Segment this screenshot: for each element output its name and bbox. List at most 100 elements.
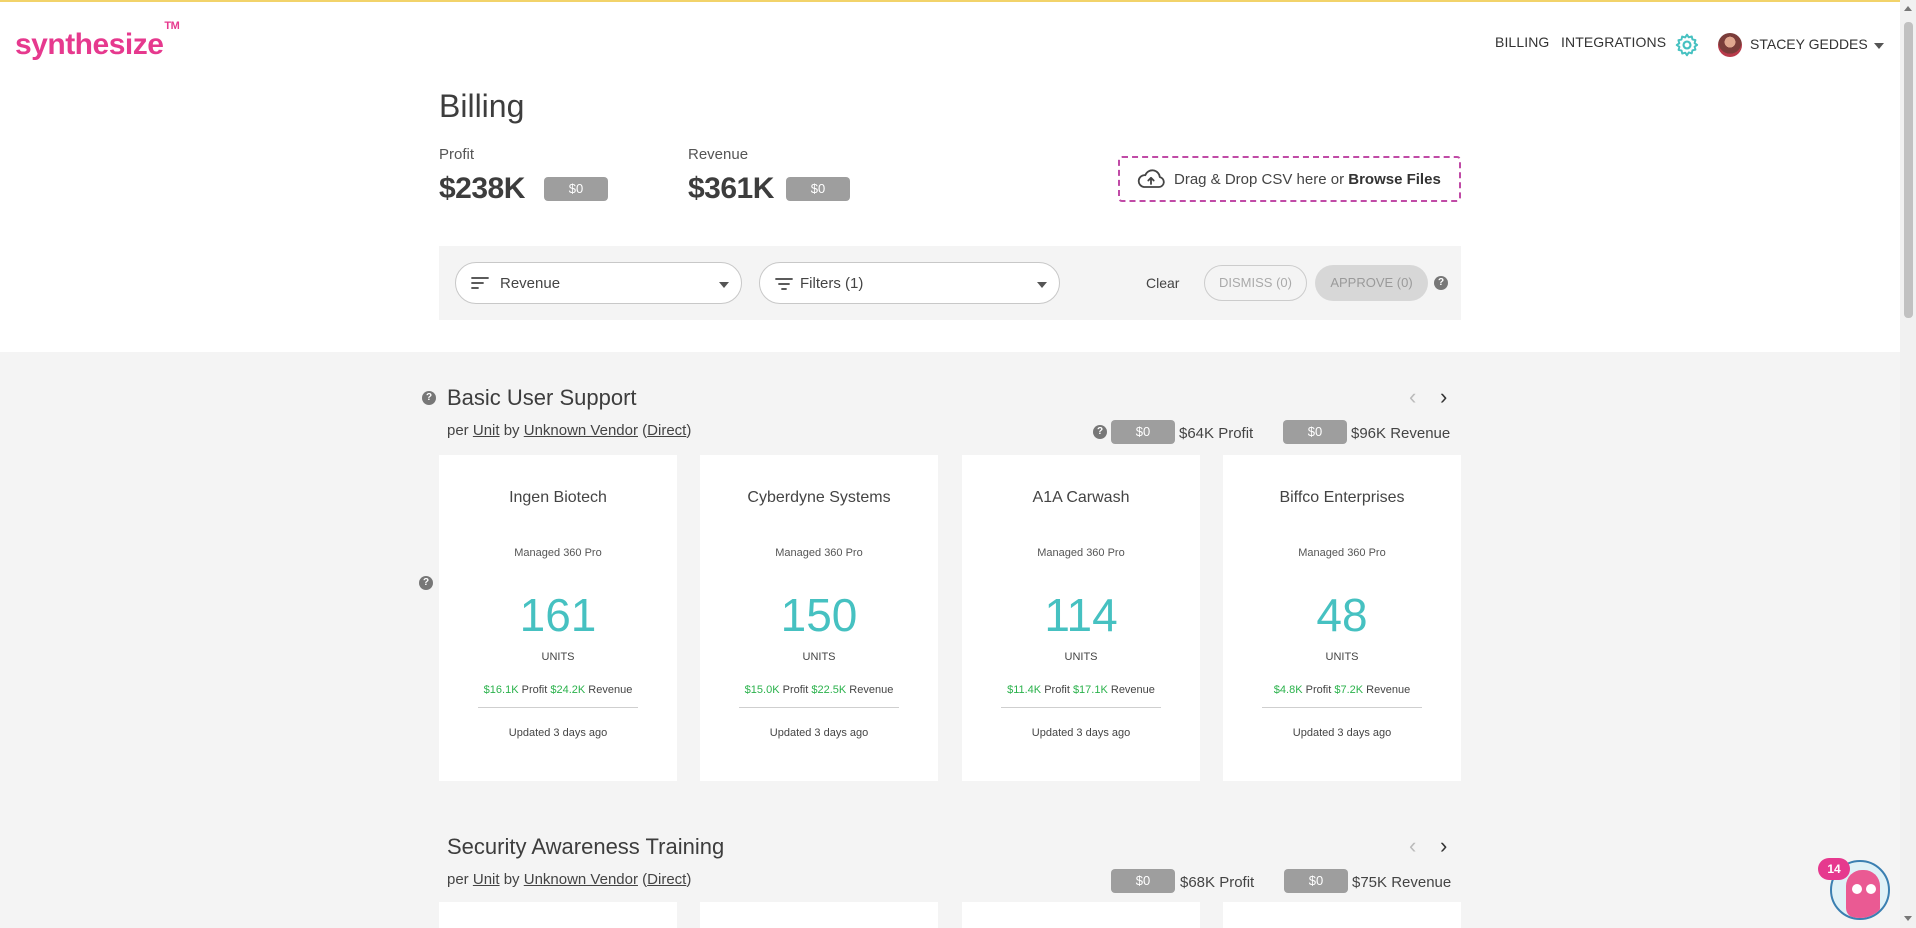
chevron-down-icon xyxy=(1037,282,1047,288)
scroll-up-arrow-icon[interactable] xyxy=(1904,6,1912,11)
card-units-label: UNITS xyxy=(1325,651,1359,663)
section-profit-total: $68K Profit xyxy=(1180,874,1255,891)
nav-billing[interactable]: BILLING xyxy=(1495,34,1549,50)
card-customer-name: Biffco Enterprises xyxy=(1279,489,1405,506)
card-product: Managed 360 Pro xyxy=(514,547,602,559)
sort-select[interactable]: Revenue xyxy=(455,262,742,304)
card-units-value: 48 xyxy=(1316,589,1368,641)
vendor-link[interactable]: Unknown Vendor xyxy=(524,871,638,888)
chevron-left-icon[interactable]: ‹ xyxy=(1409,386,1416,408)
top-header: synthesizeTM BILLING INTEGRATIONS STACEY… xyxy=(0,2,1900,82)
unit-link[interactable]: Unit xyxy=(473,422,500,439)
section-subtitle: per Unit by Unknown Vendor (Direct) xyxy=(447,422,692,439)
revenue-delta-pill: $0 xyxy=(786,177,850,201)
filters-select[interactable]: Filters (1) xyxy=(759,262,1060,304)
mascot-eye xyxy=(1866,884,1876,894)
revenue-delta-pill: $0 xyxy=(1284,869,1348,893)
chevron-right-icon[interactable]: › xyxy=(1440,835,1447,857)
card-divider xyxy=(1001,707,1161,708)
unit-link[interactable]: Unit xyxy=(473,871,500,888)
filter-icon xyxy=(775,278,793,290)
profit-label: Profit xyxy=(439,146,475,163)
sort-select-value: Revenue xyxy=(500,275,561,292)
chevron-left-icon[interactable]: ‹ xyxy=(1409,835,1416,857)
filter-bar: Revenue Filters (1) Clear DISMISS (0) AP… xyxy=(439,246,1461,320)
card-customer-name: A1A Carwash xyxy=(1032,489,1130,506)
channel-link[interactable]: Direct xyxy=(647,422,686,439)
dropzone-text: Drag & Drop CSV here or Browse Files xyxy=(1174,171,1441,188)
profit-value: $238K xyxy=(439,172,525,205)
chat-notification-badge: 14 xyxy=(1818,858,1850,880)
card-money: $15.0K Profit $22.5K Revenue xyxy=(744,684,894,696)
gear-icon[interactable] xyxy=(1674,32,1700,58)
customer-card[interactable] xyxy=(962,902,1200,928)
card-units-value: 150 xyxy=(780,589,858,641)
card-divider xyxy=(1262,707,1422,708)
card-updated: Updated 3 days ago xyxy=(1031,727,1131,739)
nav-integrations[interactable]: INTEGRATIONS xyxy=(1561,34,1666,50)
revenue-delta-pill: $0 xyxy=(1283,420,1347,444)
channel-link[interactable]: Direct xyxy=(647,871,686,888)
card-money: $11.4K Profit $17.1K Revenue xyxy=(1007,684,1155,696)
chevron-down-icon xyxy=(719,282,729,288)
help-icon[interactable]: ? xyxy=(1434,276,1448,290)
profit-delta-pill: $0 xyxy=(1111,420,1175,444)
card-units-label: UNITS xyxy=(1064,651,1098,663)
card-updated: Updated 3 days ago xyxy=(769,727,869,739)
approve-button[interactable]: APPROVE (0) xyxy=(1315,265,1428,301)
section-title: Basic User Support xyxy=(447,385,637,410)
sort-icon xyxy=(471,277,489,289)
customer-card[interactable] xyxy=(1223,902,1461,928)
card-divider xyxy=(739,707,899,708)
help-icon[interactable]: ? xyxy=(1093,425,1107,439)
csv-dropzone[interactable]: Drag & Drop CSV here or Browse Files xyxy=(1118,156,1461,202)
customer-card[interactable] xyxy=(700,902,938,928)
customer-card[interactable]: Biffco Enterprises Managed 360 Pro 48 UN… xyxy=(1223,455,1461,781)
customer-card[interactable]: Ingen Biotech Managed 360 Pro 161 UNITS … xyxy=(439,455,677,781)
card-units-label: UNITS xyxy=(541,651,575,663)
help-icon[interactable]: ? xyxy=(419,576,433,590)
card-money: $16.1K Profit $24.2K Revenue xyxy=(483,684,633,696)
mascot-icon xyxy=(1846,870,1880,918)
customer-card[interactable] xyxy=(439,902,677,928)
dismiss-button[interactable]: DISMISS (0) xyxy=(1204,265,1307,301)
card-units-label: UNITS xyxy=(802,651,836,663)
revenue-label: Revenue xyxy=(688,146,749,163)
vendor-link[interactable]: Unknown Vendor xyxy=(524,422,638,439)
profit-delta-pill: $0 xyxy=(1111,869,1175,893)
chevron-down-icon[interactable] xyxy=(1874,43,1884,49)
card-units-value: 161 xyxy=(519,589,597,641)
customer-card[interactable]: A1A Carwash Managed 360 Pro 114 UNITS $1… xyxy=(962,455,1200,781)
section-profit-total: $64K Profit xyxy=(1179,425,1254,442)
browse-files-link[interactable]: Browse Files xyxy=(1348,171,1441,188)
customer-card[interactable]: Cyberdyne Systems Managed 360 Pro 150 UN… xyxy=(700,455,938,781)
revenue-value: $361K xyxy=(688,172,774,205)
user-menu-name[interactable]: STACEY GEDDES xyxy=(1750,36,1868,52)
scrollbar-thumb[interactable] xyxy=(1904,22,1913,318)
scroll-down-arrow-icon[interactable] xyxy=(1904,916,1912,921)
services-area xyxy=(0,352,1900,928)
clear-filters-button[interactable]: Clear xyxy=(1146,275,1179,291)
help-icon[interactable]: ? xyxy=(422,391,436,405)
card-customer-name: Ingen Biotech xyxy=(509,489,607,506)
card-customer-name: Cyberdyne Systems xyxy=(747,489,891,506)
page-title: Billing xyxy=(439,88,525,124)
filters-select-value: Filters (1) xyxy=(800,275,864,292)
card-updated: Updated 3 days ago xyxy=(1292,727,1392,739)
card-units-value: 114 xyxy=(1044,589,1118,641)
card-product: Managed 360 Pro xyxy=(1037,547,1125,559)
section-revenue-total: $75K Revenue xyxy=(1352,874,1452,891)
chevron-right-icon[interactable]: › xyxy=(1440,386,1447,408)
card-money: $4.8K Profit $7.2K Revenue xyxy=(1273,684,1411,696)
card-updated: Updated 3 days ago xyxy=(508,727,608,739)
mascot-eye xyxy=(1852,884,1862,894)
profit-delta-pill: $0 xyxy=(544,177,608,201)
synthesize-logo[interactable]: synthesizeTM xyxy=(15,20,180,62)
section-subtitle: per Unit by Unknown Vendor (Direct) xyxy=(447,871,692,888)
card-divider xyxy=(478,707,638,708)
card-product: Managed 360 Pro xyxy=(1298,547,1386,559)
section-title: Security Awareness Training xyxy=(447,834,725,859)
cloud-upload-icon xyxy=(1137,169,1165,188)
section-revenue-total: $96K Revenue xyxy=(1351,425,1451,442)
user-avatar[interactable] xyxy=(1718,33,1742,57)
